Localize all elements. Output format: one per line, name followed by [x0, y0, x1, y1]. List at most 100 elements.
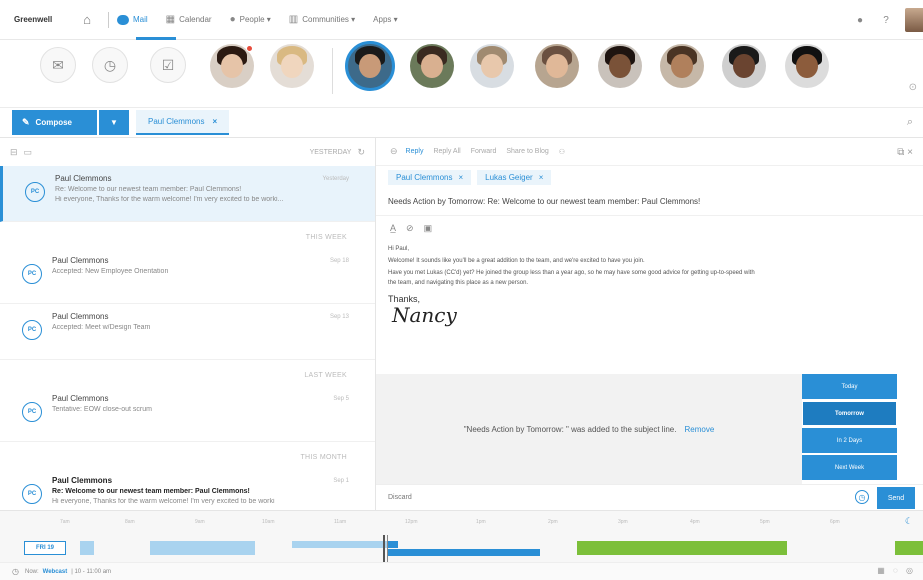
hour-label: 2pm [548, 519, 558, 525]
person-avatar[interactable] [410, 44, 454, 88]
help-icon[interactable]: ? [879, 15, 893, 26]
share-to-blog-button[interactable]: Share to Blog [506, 148, 548, 155]
avatar: PC [22, 402, 42, 422]
checkbox-icon[interactable]: ☑ [150, 47, 186, 83]
org-chart-icon[interactable]: ⚇ [559, 148, 565, 156]
user-avatar[interactable] [905, 8, 923, 32]
option-next-week[interactable]: Next Week [802, 455, 897, 480]
compose-button[interactable]: ✎ Compose [12, 110, 97, 135]
filter-icon[interactable]: ⊟ [10, 147, 18, 158]
grid-icon[interactable]: ▦ [877, 566, 885, 575]
notification-banner: "Needs Action by Tomorrow: " was added t… [376, 374, 802, 484]
compose-dropdown-button[interactable]: ▼ [99, 110, 129, 135]
subject: Accepted: Meet w/Design Team [52, 324, 151, 331]
nav-item-people[interactable]: ● People ▾ [230, 14, 271, 25]
list-item[interactable]: PC Paul Clemmons Accepted: New Employee … [0, 248, 375, 304]
search-icon[interactable]: ⌕ [907, 116, 913, 129]
hour-label: 8am [125, 519, 135, 525]
event-block[interactable] [895, 541, 923, 555]
person-avatar[interactable] [722, 44, 766, 88]
list-item[interactable]: PC Paul Clemmons Tentative: EOW close-ou… [0, 386, 375, 442]
back-icon[interactable]: ⊖ [390, 146, 398, 157]
option-in-2-days[interactable]: In 2 Days [802, 428, 897, 453]
event-block[interactable] [577, 541, 787, 555]
now-indicator-edge [387, 535, 388, 563]
sender: Paul Clemmons [55, 174, 112, 183]
discard-button[interactable]: Discard [388, 494, 412, 501]
tab-draft[interactable]: Paul Clemmons × [136, 110, 230, 135]
person-avatar[interactable] [535, 44, 579, 88]
message-body[interactable]: Hi Paul, Welcome! It sounds like you'll … [376, 240, 923, 325]
home-icon[interactable]: ⌂ [74, 12, 100, 27]
top-nav: Greenwell ⌂ Mail ▦ Calendar ● People ▾ ▥… [0, 0, 923, 40]
now-time: | 10 - 11:00 am [71, 568, 112, 575]
nav-item-communities[interactable]: ▥ Communities ▾ [289, 14, 355, 25]
preview: Hi everyone, Thanks for the warm welcome… [55, 196, 284, 203]
avatar: PC [22, 264, 42, 284]
avatar: PC [22, 484, 42, 504]
text-format-icon[interactable]: A̲ [390, 223, 396, 233]
nav-item-label: Communities ▾ [302, 15, 356, 24]
attach-icon[interactable]: ⊘ [406, 223, 414, 234]
reply-button[interactable]: Reply [406, 148, 424, 155]
now-event-link[interactable]: Webcast [43, 569, 68, 575]
sender: Paul Clemmons [52, 312, 109, 321]
forward-button[interactable]: Forward [471, 148, 497, 155]
person-icon: ● [229, 14, 236, 25]
folder-icon[interactable]: ▭ [24, 147, 33, 158]
reply-pane: ⊖ Reply Reply All Forward Share to Blog … [376, 138, 923, 510]
now-indicator[interactable] [383, 535, 385, 563]
person-avatar[interactable] [270, 44, 314, 88]
clock-icon[interactable]: ◷ [92, 47, 128, 83]
close-icon[interactable]: × [212, 117, 217, 126]
expand-icon[interactable]: ⊙ [909, 82, 917, 93]
event-block[interactable] [80, 541, 94, 555]
unread-badge [246, 45, 253, 52]
image-icon[interactable]: ▣ [424, 223, 433, 234]
event-block[interactable] [150, 541, 255, 555]
refresh-icon[interactable]: ↻ [357, 147, 365, 158]
close-icon[interactable]: × [458, 173, 463, 182]
group-label: THIS WEEK [305, 234, 347, 241]
event-block-current[interactable] [388, 549, 540, 556]
hour-ruler: 7am 8am 9am 10am 11am 12pm 1pm 2pm 3pm 4… [0, 516, 923, 530]
day-label[interactable]: FRI 19 [24, 541, 66, 555]
reply-all-button[interactable]: Reply All [433, 148, 460, 155]
nav-item-calendar[interactable]: ▦ Calendar [166, 14, 212, 25]
popout-close-icons[interactable]: ⧉ × [897, 147, 913, 158]
person-avatar[interactable] [470, 44, 514, 88]
recipient-chip[interactable]: Paul Clemmons × [388, 169, 472, 185]
hour-label: 12pm [405, 519, 418, 525]
option-tomorrow[interactable]: Tomorrow [802, 401, 897, 426]
recipient-chip[interactable]: Lukas Geiger × [477, 169, 552, 185]
status-dot-icon[interactable]: ● [853, 15, 867, 26]
person-avatar-selected[interactable] [345, 41, 395, 91]
event-block[interactable] [292, 541, 388, 548]
compose-footer: Discard ◷ Send [376, 484, 923, 510]
nav-item-mail[interactable]: Mail [117, 14, 148, 25]
settings-icon[interactable]: ◎ [906, 566, 913, 575]
list-item[interactable]: PC Paul Clemmons Re: Welcome to our newe… [0, 166, 375, 222]
option-today[interactable]: Today [802, 374, 897, 399]
date: Sep 18 [329, 258, 349, 264]
nav-item-apps[interactable]: Apps ▾ [373, 15, 397, 24]
chat-icon[interactable]: ◌ [893, 566, 898, 575]
subject: Re: Welcome to our newest team member: P… [55, 186, 242, 193]
calendar-icon: ▦ [165, 14, 176, 25]
person-avatar[interactable] [598, 44, 642, 88]
close-icon[interactable]: × [539, 173, 544, 182]
list-item[interactable]: PC Paul Clemmons Accepted: Meet w/Design… [0, 304, 375, 360]
remove-link[interactable]: Remove [684, 425, 714, 434]
nav-divider [108, 11, 109, 28]
avatar: PC [22, 320, 42, 340]
brand-logo[interactable]: Greenwell [14, 15, 74, 24]
hour-label: 11am [334, 519, 347, 525]
subject-field[interactable]: Needs Action by Tomorrow: Re: Welcome to… [376, 188, 923, 216]
person-avatar[interactable] [785, 44, 829, 88]
send-button[interactable]: Send [877, 487, 915, 509]
inbox-icon[interactable]: ✉ [40, 47, 76, 83]
person-avatar[interactable] [660, 44, 704, 88]
list-item-unread[interactable]: PC Paul Clemmons Re: Welcome to our newe… [0, 468, 375, 510]
schedule-icon[interactable]: ◷ [855, 490, 869, 504]
event-block[interactable] [388, 541, 398, 548]
